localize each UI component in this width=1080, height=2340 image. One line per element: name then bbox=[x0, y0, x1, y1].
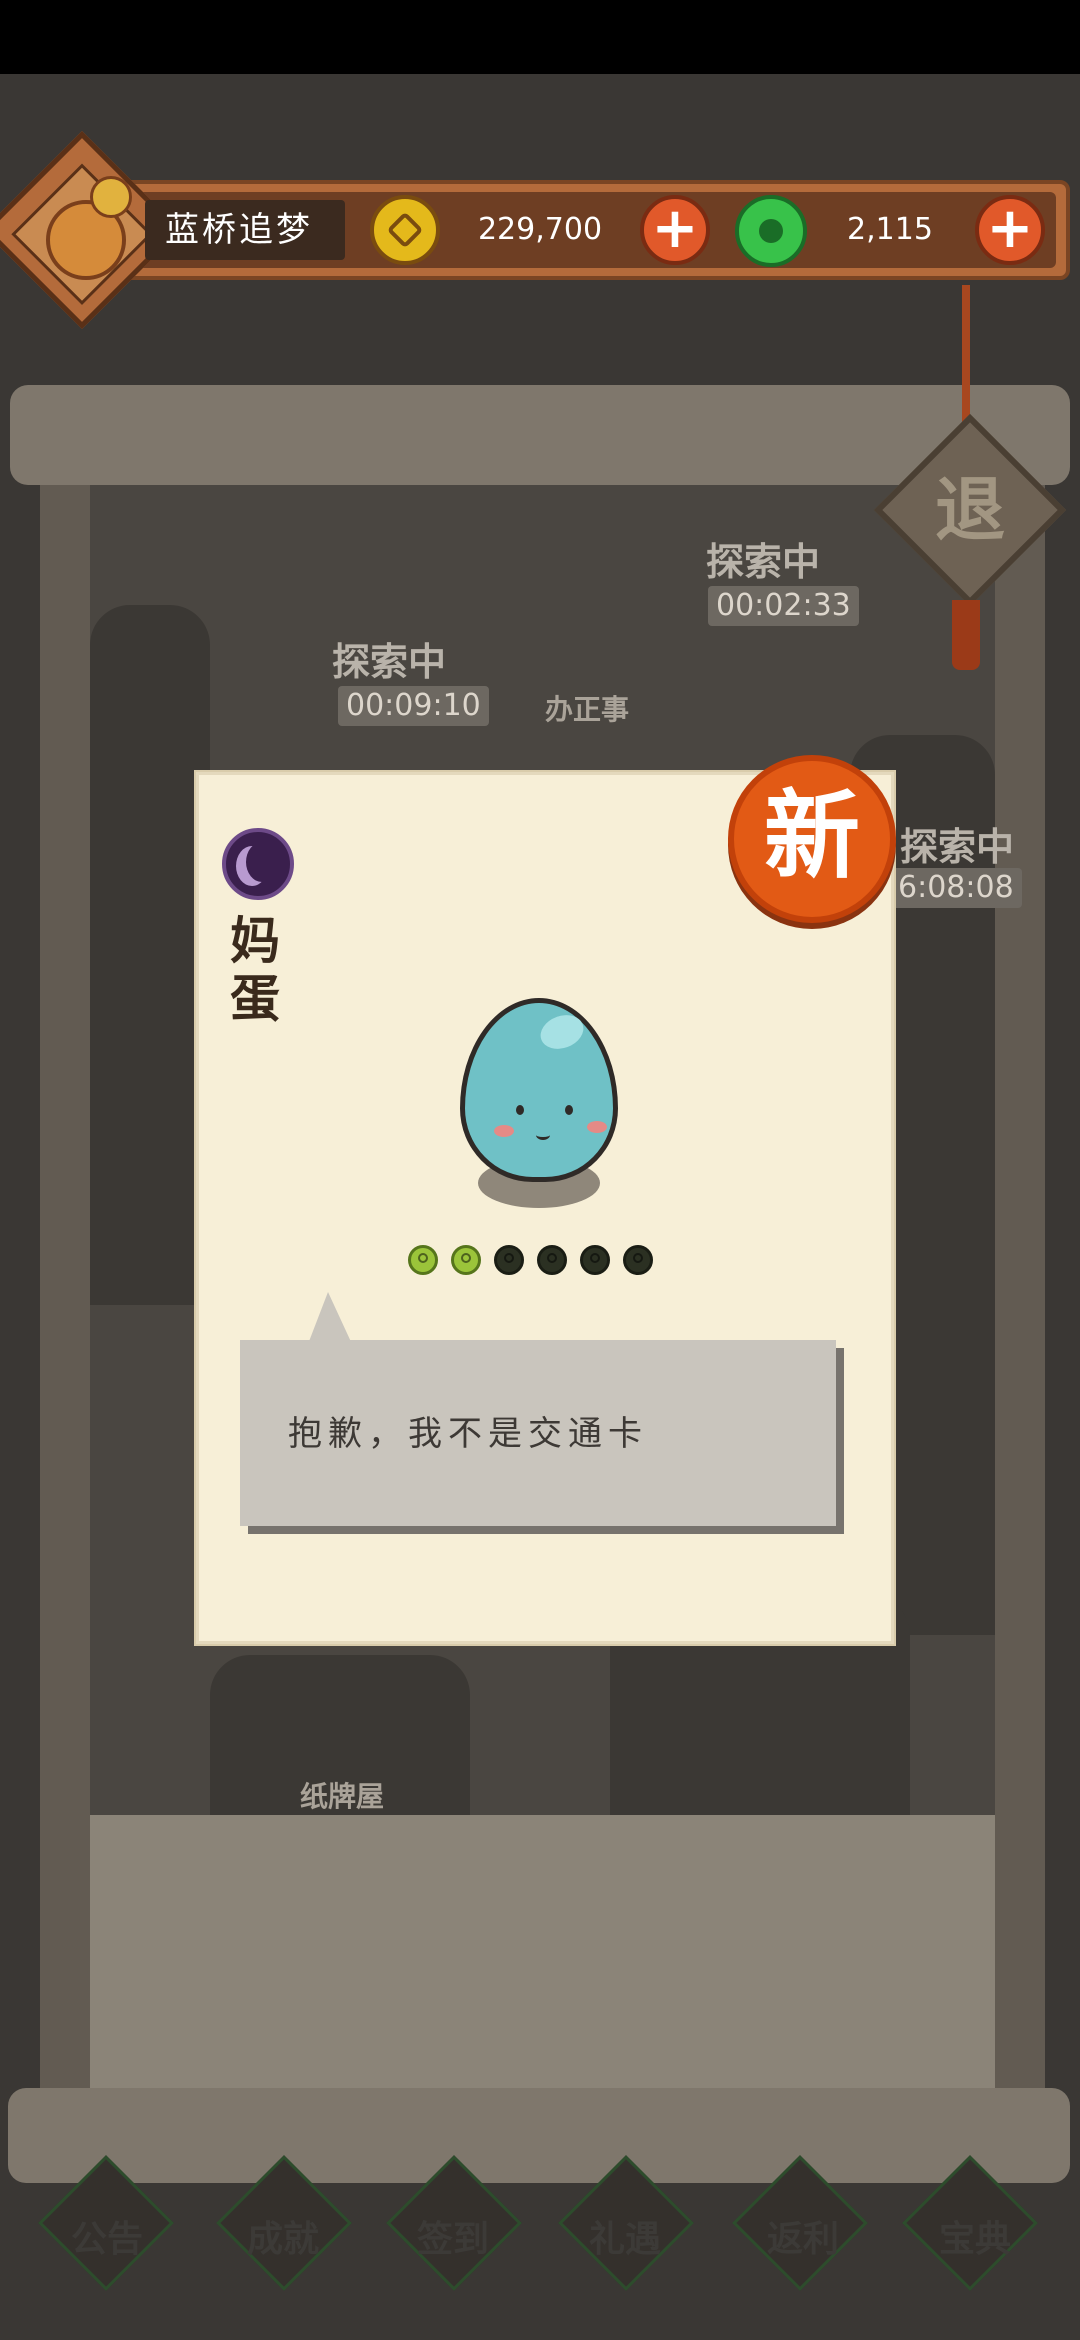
new-badge: 新 bbox=[728, 755, 896, 923]
egg-mouth bbox=[536, 1130, 550, 1140]
nav-gifts[interactable]: 礼遇 bbox=[560, 2200, 690, 2280]
location-label[interactable]: 办正事 bbox=[545, 688, 629, 728]
star-icon bbox=[408, 1245, 438, 1275]
coin-icon bbox=[370, 195, 440, 265]
exit-label: 退 bbox=[935, 469, 1005, 551]
star-icon bbox=[623, 1245, 653, 1275]
scroll-side-left bbox=[40, 485, 90, 2090]
character-quote: 抱歉，我不是交通卡 bbox=[288, 1414, 648, 1454]
nav-handbook[interactable]: 宝典 bbox=[910, 2200, 1040, 2280]
desert-area bbox=[90, 1815, 995, 2090]
expedition-timer: 00:09:10 bbox=[338, 686, 489, 726]
player-name: 蓝桥追梦 bbox=[165, 210, 313, 250]
expedition-status[interactable]: 探索中 bbox=[332, 640, 446, 684]
exit-button[interactable]: 退 bbox=[873, 413, 1067, 607]
expedition-status[interactable]: 探索中 bbox=[706, 540, 820, 584]
rarity-moon-icon bbox=[222, 828, 294, 900]
nav-signin[interactable]: 签到 bbox=[388, 2200, 518, 2280]
status-bar bbox=[0, 0, 1080, 74]
star-rating bbox=[408, 1245, 668, 1285]
exit-cord bbox=[962, 285, 970, 425]
expedition-timer: 00:02:33 bbox=[708, 586, 859, 626]
star-icon bbox=[580, 1245, 610, 1275]
egg-blush bbox=[587, 1121, 607, 1133]
speech-bubble-tail bbox=[308, 1292, 352, 1344]
mountain bbox=[90, 605, 210, 1305]
expedition-timer: 6:08:08 bbox=[890, 868, 1022, 908]
add-coins-button[interactable]: + bbox=[640, 195, 710, 265]
egg-blush bbox=[494, 1125, 514, 1137]
nav-rebate[interactable]: 返利 bbox=[738, 2200, 868, 2280]
jade-icon bbox=[735, 195, 807, 267]
add-jade-button[interactable]: + bbox=[975, 195, 1045, 265]
star-icon bbox=[494, 1245, 524, 1275]
location-label[interactable]: 纸牌屋 bbox=[300, 1775, 384, 1815]
egg-eye bbox=[565, 1105, 573, 1115]
expedition-status[interactable]: 探索中 bbox=[900, 825, 1014, 869]
exit-tassel bbox=[952, 600, 980, 670]
scroll-rod-bottom bbox=[8, 2088, 1070, 2183]
character-name: 妈蛋 bbox=[230, 912, 280, 1028]
egg-eye bbox=[516, 1105, 524, 1115]
avatar-horn bbox=[90, 176, 132, 218]
coin-count: 229,700 bbox=[477, 212, 603, 247]
scroll-side-right bbox=[995, 485, 1045, 2090]
nav-achievements[interactable]: 成就 bbox=[218, 2200, 348, 2280]
nav-announcement[interactable]: 公告 bbox=[42, 2200, 172, 2280]
jade-count: 2,115 bbox=[847, 212, 933, 247]
star-icon bbox=[451, 1245, 481, 1275]
star-icon bbox=[537, 1245, 567, 1275]
